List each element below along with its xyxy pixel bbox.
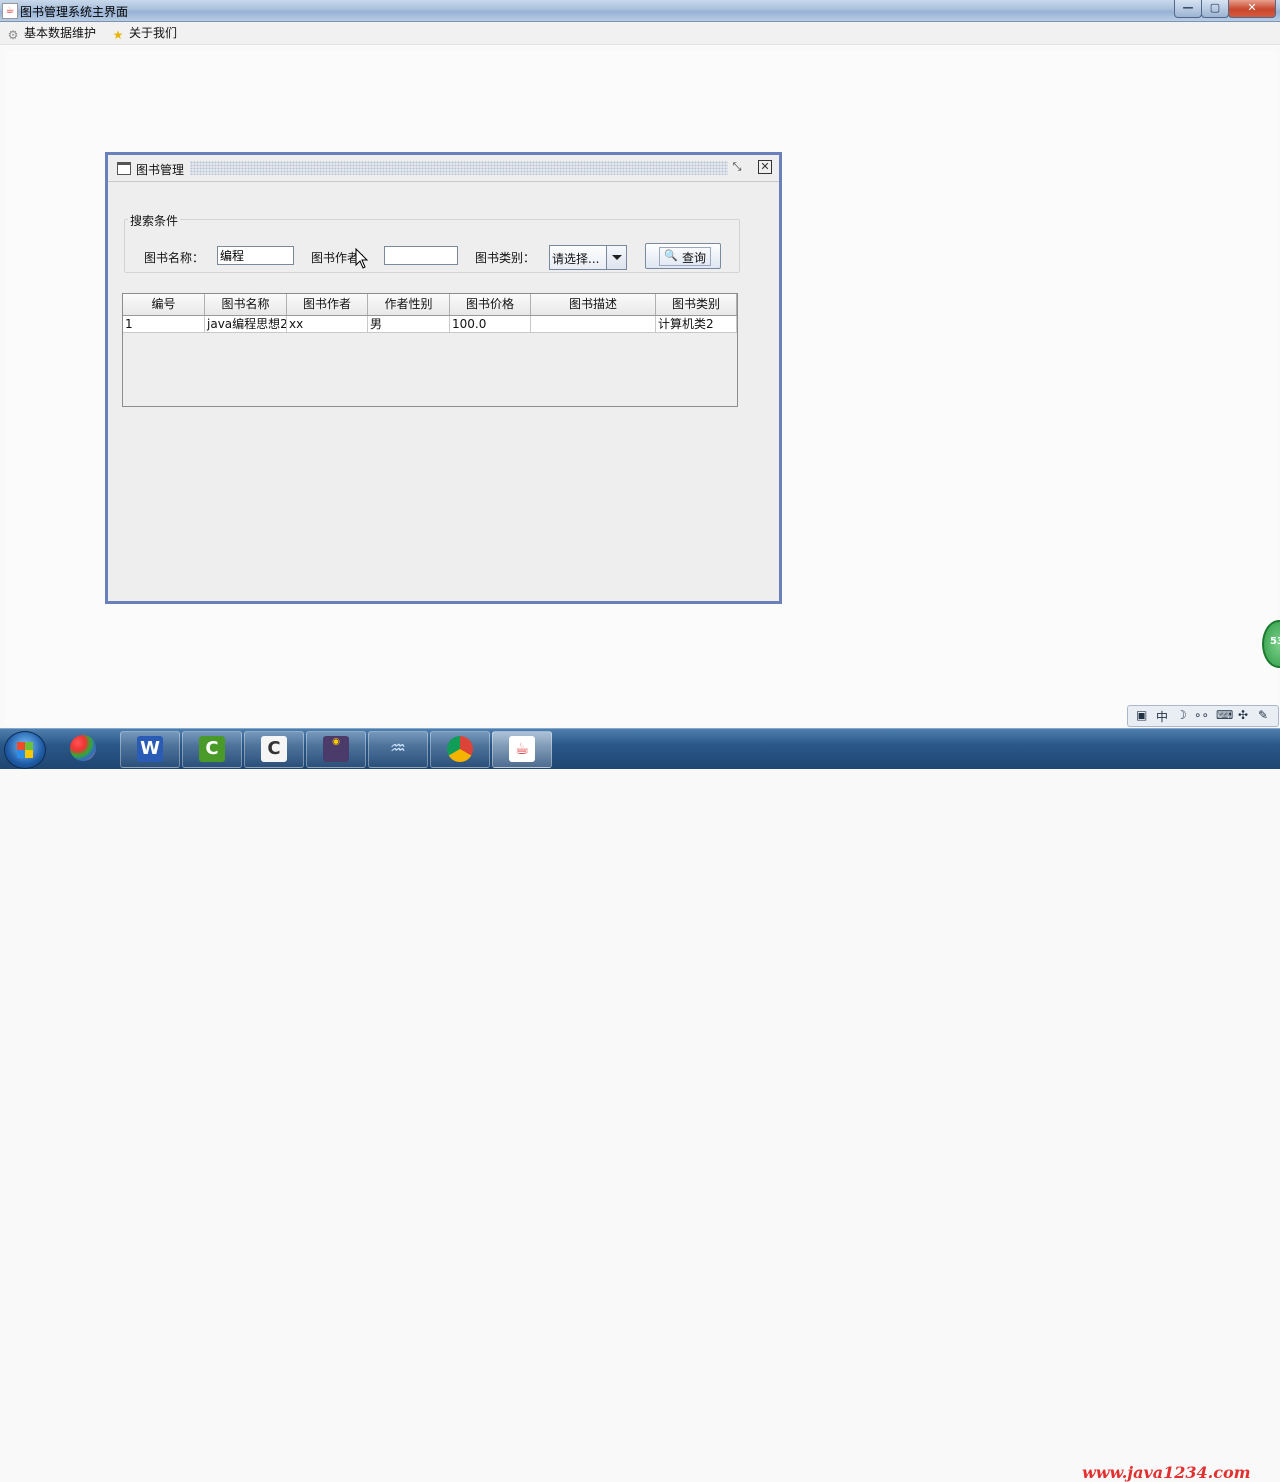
column-header[interactable]: 图书名称 xyxy=(205,294,287,315)
taskbar-app-camtasia-green[interactable]: C xyxy=(182,731,242,768)
window-titlebar: ☕ 图书管理系统主界面 — ▢ ✕ xyxy=(0,0,1280,22)
wrench-icon[interactable]: ✎ xyxy=(1258,708,1268,722)
moon-icon[interactable]: ☽ xyxy=(1176,708,1187,722)
column-header[interactable]: 图书描述 xyxy=(531,294,656,315)
table-cell[interactable]: 男 xyxy=(368,316,450,332)
word-icon: W xyxy=(137,736,163,762)
column-header[interactable]: 图书价格 xyxy=(450,294,531,315)
table-cell[interactable] xyxy=(531,316,656,332)
floating-badge-text: 53 xyxy=(1270,636,1280,647)
query-button[interactable]: 🔍 查询 xyxy=(645,243,721,269)
column-header[interactable]: 图书作者 xyxy=(287,294,368,315)
restore-icon[interactable]: ⤡ xyxy=(730,160,744,174)
windows-logo-icon xyxy=(17,742,33,758)
start-button[interactable] xyxy=(4,731,46,769)
star-icon: ★ xyxy=(112,28,124,42)
book-table: 编号 图书名称 图书作者 作者性别 图书价格 图书描述 图书类别 1 java编… xyxy=(122,293,738,407)
gear-icon: ⚙ xyxy=(7,28,19,42)
book-type-selected: 请选择... xyxy=(552,252,600,266)
watermark-text: www.java1234.com xyxy=(1082,1463,1251,1482)
java-icon: ☕ xyxy=(509,736,535,762)
taskbar: W C C ◉ ♒ ☕ www.java1234.com xyxy=(0,728,1280,1482)
camtasia-icon: C xyxy=(199,736,225,762)
table-header: 编号 图书名称 图书作者 作者性别 图书价格 图书描述 图书类别 xyxy=(123,294,737,316)
book-author-input[interactable] xyxy=(384,246,458,265)
window-title: 图书管理系统主界面 xyxy=(20,5,129,19)
query-button-focus: 🔍 查询 xyxy=(659,247,711,266)
book-name-label: 图书名称： xyxy=(144,251,205,265)
menu-about-us[interactable]: ★ 关于我们 xyxy=(111,25,178,42)
menu-about-us-label: 关于我们 xyxy=(129,26,178,40)
mouse-cursor-icon xyxy=(355,248,369,269)
table-cell[interactable]: 计算机类2 xyxy=(656,316,737,332)
dolphin-icon: ♒ xyxy=(389,738,407,759)
book-type-label: 图书类别： xyxy=(475,251,536,265)
frame-window-icon xyxy=(117,162,131,175)
select-arrow-button[interactable] xyxy=(606,246,626,269)
java-app-icon: ☕ xyxy=(2,3,18,19)
ime-toolbar: ▣ 中 ☽ ∘∘ ⌨ ✣ ✎ xyxy=(1127,705,1279,727)
minimize-button[interactable]: — xyxy=(1174,0,1202,18)
taskbar-app-java-active[interactable]: ☕ xyxy=(492,731,552,768)
book-type-select[interactable]: 请选择... xyxy=(549,245,627,270)
book-name-input[interactable] xyxy=(217,246,294,265)
chrome-icon xyxy=(447,736,473,762)
column-header[interactable]: 作者性别 xyxy=(368,294,450,315)
chevron-down-icon xyxy=(612,255,622,260)
taskbar-app-word[interactable]: W xyxy=(120,731,180,768)
taskbar-app-chrome[interactable] xyxy=(430,731,490,768)
titlebar-grip xyxy=(190,161,728,175)
column-header[interactable]: 编号 xyxy=(123,294,205,315)
camtasia-recorder-icon: C xyxy=(261,736,287,762)
maximize-button[interactable]: ▢ xyxy=(1201,0,1229,18)
close-window-button[interactable]: ✕ xyxy=(1228,0,1276,18)
menu-basic-data-label: 基本数据维护 xyxy=(24,26,97,40)
book-manage-frame: 图书管理 ⤡ ✕ 搜索条件 图书名称： 图书作者： 图书类别： 请选择... 🔍… xyxy=(105,152,782,604)
frame-title: 图书管理 xyxy=(136,163,185,177)
ime-mode[interactable]: 中 xyxy=(1156,708,1168,725)
taskbar-app-camtasia-white[interactable]: C xyxy=(244,731,304,768)
search-legend: 搜索条件 xyxy=(128,212,181,229)
frame-titlebar[interactable]: 图书管理 ⤡ ✕ xyxy=(108,155,779,182)
table-cell[interactable]: 1 xyxy=(123,316,205,332)
taskbar-app-eclipse[interactable]: ◉ xyxy=(306,731,366,768)
menu-bar: ⚙ 基本数据维护 ★ 关于我们 xyxy=(0,22,1280,45)
keyboard-icon[interactable]: ⌨ xyxy=(1216,708,1233,722)
taskbar-app-launcher[interactable] xyxy=(58,731,110,766)
table-cell[interactable]: 100.0 xyxy=(450,316,531,332)
taskbar-app-mysql[interactable]: ♒ xyxy=(368,731,428,768)
query-button-label: 查询 xyxy=(682,251,707,265)
colorful-app-icon xyxy=(70,735,96,761)
column-header[interactable]: 图书类别 xyxy=(656,294,737,315)
punctuation-icon[interactable]: ∘∘ xyxy=(1194,708,1209,722)
settings-icon[interactable]: ✣ xyxy=(1238,708,1248,722)
close-icon[interactable]: ✕ xyxy=(758,160,772,174)
menu-basic-data[interactable]: ⚙ 基本数据维护 xyxy=(6,25,97,42)
eclipse-ide-icon: ◉ xyxy=(323,736,349,762)
table-cell[interactable]: xx xyxy=(287,316,368,332)
ime-toggle-icon[interactable]: ▣ xyxy=(1136,708,1147,722)
search-icon: 🔍 xyxy=(664,249,678,262)
table-row[interactable]: 1 java编程思想2 xx 男 100.0 计算机类2 xyxy=(123,316,737,333)
table-cell[interactable]: java编程思想2 xyxy=(205,316,287,332)
